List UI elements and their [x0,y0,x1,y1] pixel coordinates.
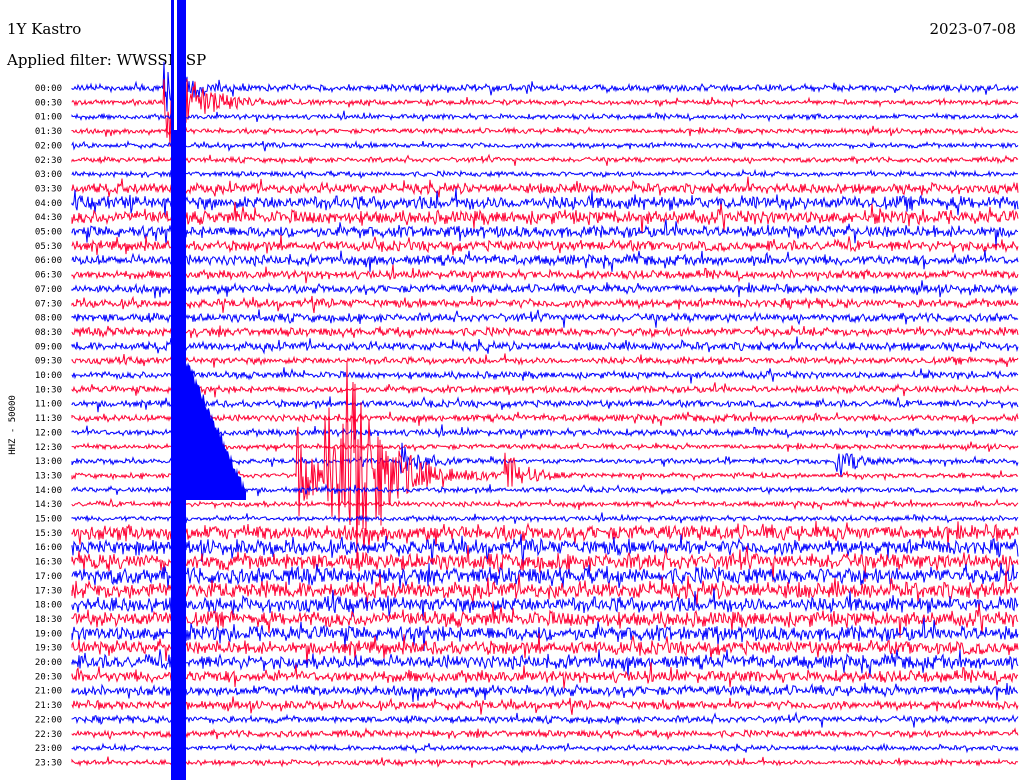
row-time-label: 12:00 [35,428,62,438]
row-tick-labels: 00:00 00:30 01:00 01:30 02:00 02:30 03:00 03:30… [35,84,62,768]
row-time-label: 12:30 [35,443,62,453]
trace-line [71,176,1019,198]
row-time-label: 16:30 [35,558,62,568]
trace-line [71,250,1019,272]
trace-line [71,353,1019,368]
trace-line [71,219,1019,247]
burst-coda [186,360,246,500]
row-time-label: 10:30 [35,385,62,395]
trace-line [71,280,1019,299]
trace-line [71,696,1019,715]
row-time-label: 03:30 [35,184,62,194]
row-time-label: 11:00 [35,400,62,410]
seismic-traces [71,61,1019,768]
trace-line [71,336,1019,355]
trace-line [71,234,1019,256]
row-time-label: 00:30 [35,98,62,108]
trace-line [71,325,1019,339]
row-time-label: 08:00 [35,314,62,324]
y-axis-label: HHZ - 50000 [8,395,18,455]
row-time-label: 21:30 [35,701,62,711]
row-time-label: 08:30 [35,328,62,338]
row-time-label: 01:30 [35,127,62,137]
row-time-label: 23:30 [35,758,62,768]
trace-line [71,110,1019,123]
trace-line [71,382,1019,398]
row-time-label: 13:00 [35,457,62,467]
row-time-label: 18:30 [35,615,62,625]
row-time-label: 17:00 [35,572,62,582]
row-time-label: 11:30 [35,414,62,424]
trace-line [71,520,1019,550]
trace-line [71,682,1019,703]
trace-line [71,563,1019,590]
row-time-label: 06:30 [35,271,62,281]
trace-line [71,662,1019,689]
row-time-label: 10:00 [35,371,62,381]
trace-line [71,153,1019,166]
row-time-label: 23:00 [35,744,62,754]
row-time-label: 15:30 [35,529,62,539]
row-time-label: 22:30 [35,730,62,740]
trace-line [71,396,1019,413]
trace-line [71,367,1019,384]
row-time-label: 21:00 [35,687,62,697]
row-time-label: 02:00 [35,141,62,151]
row-time-label: 13:30 [35,471,62,481]
trace-line [71,309,1019,328]
row-time-label: 22:00 [35,715,62,725]
helicorder-chart: HHZ - 50000 00:00 00:30 01:00 01:30 02:00 02:… [8,0,1019,780]
trace-line [71,711,1019,728]
row-time-label: 01:00 [35,113,62,123]
trace-line [71,756,1019,768]
row-time-label: 17:30 [35,586,62,596]
row-time-label: 05:00 [35,228,62,238]
y-axis-label-group: HHZ - 50000 [8,395,18,455]
trace-line [71,139,1019,152]
trace-line [71,727,1019,741]
trace-line [71,75,1019,147]
row-time-label: 15:00 [35,515,62,525]
row-time-label: 09:30 [35,357,62,367]
row-time-label: 00:00 [35,84,62,94]
burst-gap [174,0,177,130]
trace-line [71,264,1019,284]
row-time-label: 14:00 [35,486,62,496]
row-time-label: 03:00 [35,170,62,180]
row-time-label: 19:00 [35,629,62,639]
trace-line [71,168,1019,180]
row-time-label: 06:00 [35,256,62,266]
row-time-label: 02:30 [35,156,62,166]
row-time-label: 07:00 [35,285,62,295]
trace-line [71,742,1019,754]
row-time-label: 20:30 [35,672,62,682]
trace-line [71,512,1019,524]
row-time-label: 05:30 [35,242,62,252]
trace-line [71,295,1019,314]
row-time-label: 19:30 [35,644,62,654]
row-time-label: 09:00 [35,342,62,352]
row-time-label: 04:30 [35,213,62,223]
burst-column [171,0,186,780]
row-time-label: 16:00 [35,543,62,553]
row-time-label: 20:00 [35,658,62,668]
row-time-label: 18:00 [35,601,62,611]
row-time-label: 04:00 [35,199,62,209]
trace-line [71,125,1019,137]
row-time-label: 07:30 [35,299,62,309]
row-time-label: 14:30 [35,500,62,510]
trace-line [71,497,1019,511]
